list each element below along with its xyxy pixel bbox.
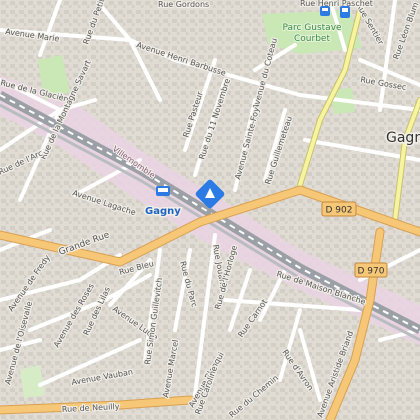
map-view[interactable]: D 902 D 970 Avenue Marie Rue du Petit Re… <box>0 0 420 420</box>
route-shield-label: D 902 <box>326 206 353 216</box>
route-shield-d970: D 970 <box>354 262 388 278</box>
street-label: Rue Gordons <box>158 0 209 9</box>
route-shield-label: D 970 <box>358 267 385 277</box>
route-shield-d902: D 902 <box>321 201 357 217</box>
metro-icon[interactable] <box>340 6 350 18</box>
train-station-icon[interactable] <box>156 186 170 196</box>
park-label-line2: Courbet <box>294 34 330 44</box>
bus-icon[interactable] <box>320 6 330 16</box>
city-label: Gagn <box>386 130 420 146</box>
park-label-line1: Parc Gustave <box>282 23 342 33</box>
station-label: Gagny <box>145 206 181 217</box>
map-canvas[interactable]: D 902 D 970 Avenue Marie Rue du Petit Re… <box>0 0 420 420</box>
street-label: Rue Henri Paschet <box>300 0 373 8</box>
